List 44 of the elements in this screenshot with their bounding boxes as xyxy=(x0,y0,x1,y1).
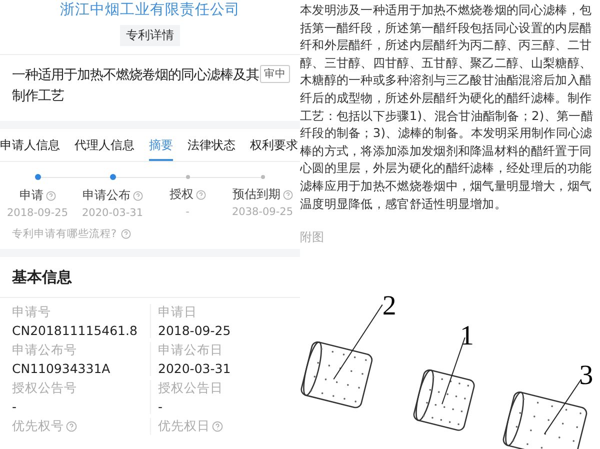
status-badge: 审中 xyxy=(260,65,290,83)
field-value: 2020-03-31 xyxy=(158,361,232,376)
field-label: 申请日 xyxy=(158,304,197,321)
step-label: 申请 xyxy=(20,187,44,204)
field-value: CN201811115461.8 xyxy=(12,323,138,338)
help-icon xyxy=(66,421,77,432)
step-label: 申请公布 xyxy=(82,187,130,204)
figure-label: 2 xyxy=(382,290,396,322)
field-value: - xyxy=(12,399,18,414)
field-label: 申请公布号 xyxy=(12,342,77,359)
figure-label: 3 xyxy=(579,360,594,392)
abstract-text: 本发明涉及一种适用于加热不燃烧卷烟的同心滤棒，包括第一醋纤段，所述第一醋纤段包括同心设置的内层醋纤和外层醋纤，所述内层醋纤为丙二醇、丙三醇、二甘醇、三甘醇、四甘醇、五甘醇、聚乙二醇、山梨糖醇、木糖醇的一种或多种溶剂与三乙酸甘油酯混溶后加入醋纤后的成型物，所述外层醋纤为硬化的醋纤滤棒。制作工艺：包括以下步骤1)、混合甘油酯制备；2)、第一醋纤段的制备；3)、滤棒的制备。本发明采用制作同心滤棒的方式，将添加添加发烟剂和降温材料的醋纤置于同心圆的里层，外层为硬化的醋纤滤棒，经处理后的功能滤棒应用于加热不燃烧卷烟中，烟气量明显增大，烟气温度明显降低，感官舒适性明显增加。 xyxy=(300,2,594,213)
step-label: 预估到期 xyxy=(232,186,280,203)
tab[interactable]: 代理人信息 xyxy=(74,137,134,161)
tab[interactable]: 权利要求 xyxy=(250,137,298,161)
patent-title: 一种适用于加热不燃烧卷烟的同心滤棒及其制作工艺 xyxy=(12,66,260,106)
field-label: 优先权日 xyxy=(158,418,210,435)
help-icon xyxy=(46,190,56,200)
field-value: CN110934331A xyxy=(12,361,112,376)
step-label: 授权 xyxy=(170,186,194,203)
tab[interactable]: 申请人信息 xyxy=(0,137,60,161)
section-heading: 基本信息 xyxy=(0,257,300,298)
field-label: 授权公告日 xyxy=(158,380,223,397)
help-icon xyxy=(282,190,292,200)
help-icon xyxy=(196,190,206,200)
step-date: - xyxy=(186,206,190,218)
field-label: 申请号 xyxy=(12,304,51,321)
step-date: 2020-03-31 xyxy=(82,207,144,219)
company-name: 浙江中烟工业有限责任公司 xyxy=(59,1,241,20)
figure-heading: 附图 xyxy=(300,229,325,246)
tab[interactable]: 法律状态 xyxy=(188,137,236,161)
help-icon xyxy=(212,421,223,432)
leader-line xyxy=(544,378,582,435)
field-value: 2018-09-25 xyxy=(158,323,232,338)
step-date: 2038-09-25 xyxy=(232,206,294,218)
field-label: 申请公布日 xyxy=(158,342,223,359)
help-icon xyxy=(120,229,131,239)
field-label: 优先权号 xyxy=(12,418,64,435)
field-value: - xyxy=(158,399,164,414)
figure-label: 1 xyxy=(460,320,474,352)
help-icon xyxy=(132,190,142,200)
page-tag: 专利详情 xyxy=(120,25,180,46)
step-date: 2018-09-25 xyxy=(6,207,68,219)
field-label: 授权公告号 xyxy=(12,380,77,397)
